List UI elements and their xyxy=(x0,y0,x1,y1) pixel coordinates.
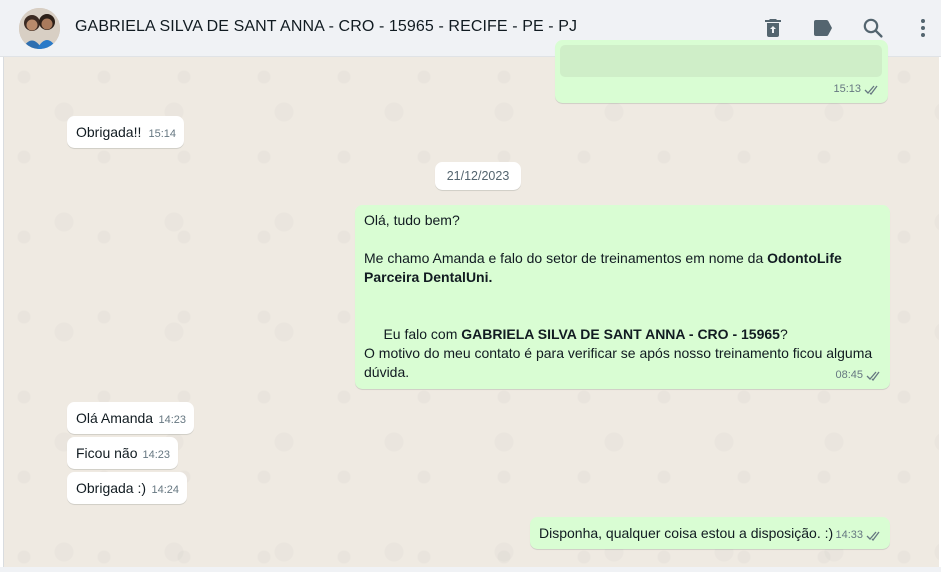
message-time: 14:33 xyxy=(835,529,863,541)
message-incoming[interactable]: Olá Amanda 14:23 xyxy=(67,402,194,434)
message-text: Parceira DentalUni. xyxy=(364,268,492,287)
search-icon[interactable] xyxy=(861,16,885,40)
message-outgoing[interactable]: Disponha, qualquer coisa estou a disposi… xyxy=(530,517,890,549)
quoted-content xyxy=(560,45,882,77)
message-text-part: Eu falo com xyxy=(379,326,462,342)
message-text: Ficou não xyxy=(76,445,138,461)
message-outgoing[interactable]: 15:13 xyxy=(555,40,888,103)
message-meta: 15:14 xyxy=(148,125,176,144)
footer-edge xyxy=(0,567,941,572)
contact-avatar[interactable] xyxy=(19,8,60,49)
message-meta: 15:13 xyxy=(833,80,880,99)
message-text-bold: GABRIELA SILVA DE SANT ANNA - CRO - 1596… xyxy=(461,326,780,342)
message-text: Olá Amanda xyxy=(76,410,154,426)
message-meta: 14:23 xyxy=(142,446,170,465)
double-check-icon xyxy=(866,530,882,541)
message-meta: 14:23 xyxy=(158,411,186,430)
message-text-bold: Parceira DentalUni. xyxy=(364,269,493,285)
message-text: Obrigada :) xyxy=(76,480,147,496)
label-icon[interactable] xyxy=(811,16,835,40)
date-divider: 21/12/2023 xyxy=(435,162,521,190)
message-text: Obrigada!! xyxy=(76,124,142,140)
message-text: dúvida. xyxy=(364,364,410,380)
menu-icon[interactable] xyxy=(911,16,935,40)
message-time: 14:23 xyxy=(158,414,186,426)
message-time: 15:14 xyxy=(148,128,176,140)
double-check-icon xyxy=(864,84,880,95)
message-incoming[interactable]: Obrigada!! 15:14 xyxy=(67,116,184,148)
message-outgoing[interactable]: Olá, tudo bem? Me chamo Amanda e falo do… xyxy=(355,205,890,389)
message-text-part: ? xyxy=(779,326,788,342)
message-text: Me chamo Amanda e falo do setor de trein… xyxy=(364,249,842,268)
message-meta: 14:33 xyxy=(835,526,882,545)
message-meta: 08:45 xyxy=(835,366,882,385)
message-text: Olá, tudo bem? xyxy=(364,212,460,228)
double-check-icon xyxy=(866,370,882,381)
message-meta: 14:24 xyxy=(151,481,179,500)
message-text: Disponha, qualquer coisa estou a disposi… xyxy=(539,525,834,541)
message-time: 15:13 xyxy=(833,83,861,95)
message-text-part: Me chamo Amanda e falo do setor de trein… xyxy=(364,250,768,266)
delete-icon[interactable] xyxy=(761,16,785,40)
message-incoming[interactable]: Obrigada :) 14:24 xyxy=(67,472,187,504)
message-time: 14:23 xyxy=(142,449,170,461)
message-text-bold: OdontoLife xyxy=(767,250,842,266)
contact-name[interactable]: GABRIELA SILVA DE SANT ANNA - CRO - 1596… xyxy=(75,18,577,36)
message-time: 14:24 xyxy=(151,484,179,496)
message-incoming[interactable]: Ficou não 14:23 xyxy=(67,437,178,469)
message-time: 08:45 xyxy=(835,369,863,381)
message-text: O motivo do meu contato é para verificar… xyxy=(364,345,873,361)
